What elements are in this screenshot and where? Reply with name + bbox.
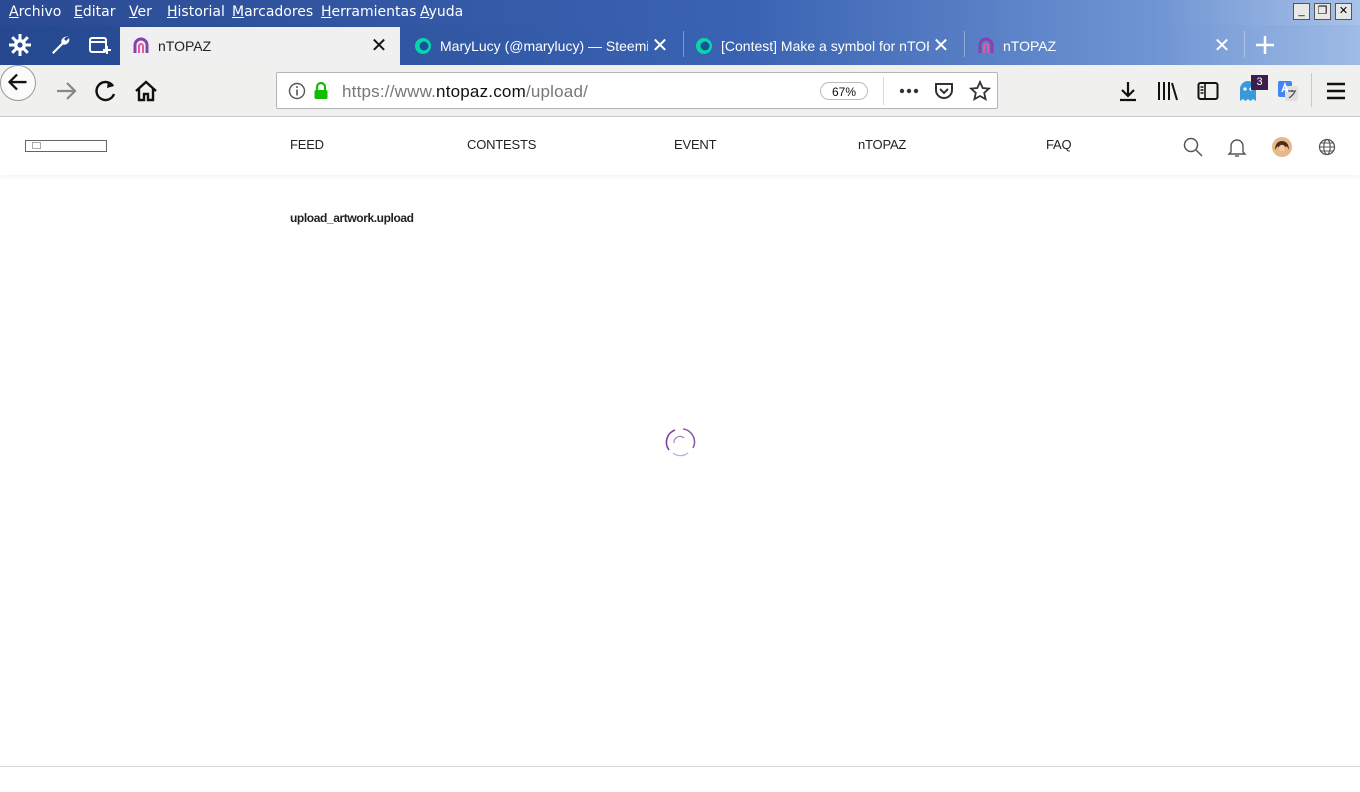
steemit-favicon-icon — [696, 38, 712, 54]
nav-contests[interactable]: CONTESTS — [467, 137, 536, 152]
ntopaz-favicon-icon — [978, 37, 994, 53]
close-tab-icon[interactable]: ✕ — [931, 36, 951, 56]
arrow-left-icon — [7, 73, 27, 91]
tab-title: MaryLucy (@marylucy) — Steemit — [440, 38, 648, 54]
footer-divider — [0, 766, 1360, 767]
globe-icon[interactable] — [1316, 136, 1338, 158]
menu-ayuda[interactable]: Ayuda — [420, 4, 463, 20]
nav-event[interactable]: EVENT — [674, 137, 717, 152]
pocket-icon[interactable] — [933, 81, 955, 101]
url-separator — [883, 77, 884, 105]
page-actions-dots-icon[interactable] — [897, 82, 921, 100]
hamburger-menu-icon[interactable] — [1324, 79, 1348, 103]
restore-button[interactable]: ❐ — [1314, 3, 1331, 20]
library-icon[interactable] — [1156, 79, 1180, 103]
upload-artwork-heading: upload_artwork.upload — [290, 211, 414, 225]
tab-contest-symbol[interactable]: [Contest] Make a symbol for nTOPAZ ✕ — [683, 27, 963, 65]
navigation-toolbar: https://www.ntopaz.com/upload/ 67% 3 — [0, 65, 1360, 117]
zoom-level-badge[interactable]: 67% — [820, 82, 868, 100]
minimize-button[interactable]: _ — [1293, 3, 1310, 20]
back-button[interactable] — [0, 65, 36, 101]
menu-ver[interactable]: Ver — [129, 4, 152, 20]
ntopaz-favicon-icon — [133, 37, 149, 53]
notification-count-badge: 3 — [1251, 75, 1268, 90]
bookmark-star-icon[interactable] — [969, 80, 991, 102]
tab-ntopaz[interactable]: nTOPAZ ✕ — [965, 27, 1245, 65]
info-icon[interactable] — [288, 82, 306, 100]
google-translate-icon[interactable] — [1276, 79, 1300, 103]
search-icon[interactable] — [1182, 136, 1204, 158]
toolbar-separator — [1311, 73, 1312, 107]
url-text[interactable]: https://www.ntopaz.com/upload/ — [342, 82, 588, 102]
menu-herramientas[interactable]: Herramientas — [321, 4, 416, 20]
forward-button[interactable] — [50, 74, 84, 108]
new-tab-plus-icon[interactable] — [1253, 33, 1277, 57]
menu-archivo[interactable]: Archivo — [9, 4, 61, 20]
close-tab-icon[interactable]: ✕ — [650, 36, 670, 56]
download-icon[interactable] — [1116, 79, 1140, 103]
reload-button[interactable] — [89, 74, 123, 108]
home-button[interactable] — [129, 74, 163, 108]
tab-steemit-marylucy[interactable]: MaryLucy (@marylucy) — Steemit ✕ — [402, 27, 682, 65]
gear-icon[interactable] — [8, 33, 32, 57]
tab-ntopaz-active[interactable]: nTOPAZ ✕ — [120, 27, 400, 65]
nav-faq[interactable]: FAQ — [1046, 137, 1072, 152]
avatar[interactable] — [1271, 136, 1293, 158]
site-header: FEED CONTESTS EVENT nTOPAZ FAQ — [0, 117, 1360, 175]
loading-spinner-icon — [665, 428, 696, 457]
menu-marcadores[interactable]: Marcadores — [232, 4, 313, 20]
tab-separator — [1244, 31, 1245, 57]
site-logo-broken-image[interactable] — [25, 140, 107, 152]
bell-icon[interactable] — [1226, 136, 1248, 158]
tab-title: nTOPAZ — [1003, 38, 1057, 54]
close-tab-icon[interactable]: ✕ — [369, 36, 389, 56]
close-tab-icon[interactable]: ✕ — [1212, 36, 1232, 56]
nav-ntopaz[interactable]: nTOPAZ — [858, 137, 906, 152]
new-container-tab-icon[interactable] — [88, 33, 112, 57]
broken-image-icon — [32, 142, 41, 149]
menu-bar: Archivo Editar Ver Historial Marcadores … — [0, 0, 1360, 25]
url-bar[interactable]: https://www.ntopaz.com/upload/ 67% — [276, 72, 998, 109]
wrench-icon[interactable] — [48, 33, 72, 57]
tab-strip: nTOPAZ ✕ MaryLucy (@marylucy) — Steemit … — [0, 25, 1360, 65]
menu-historial[interactable]: Historial — [167, 4, 225, 20]
tab-title: [Contest] Make a symbol for nTOPAZ — [721, 38, 929, 54]
steemit-favicon-icon — [415, 38, 431, 54]
menu-editar[interactable]: Editar — [74, 4, 115, 20]
lock-icon[interactable] — [313, 81, 329, 101]
sidebar-icon[interactable] — [1196, 79, 1220, 103]
nav-feed[interactable]: FEED — [290, 137, 324, 152]
close-window-button[interactable]: ✕ — [1335, 3, 1352, 20]
tab-title: nTOPAZ — [158, 38, 212, 54]
